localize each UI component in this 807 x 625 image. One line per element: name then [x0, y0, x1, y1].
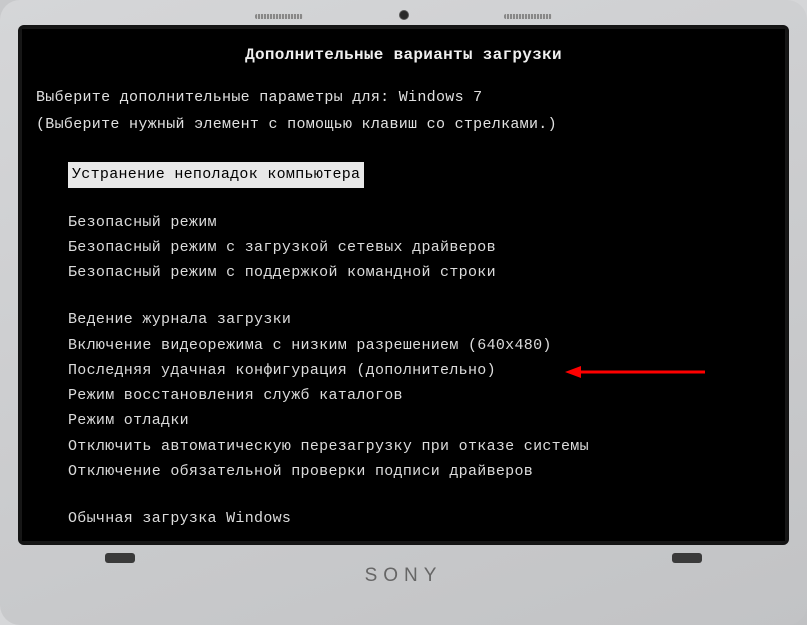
page-title: Дополнительные варианты загрузки [36, 43, 771, 68]
laptop-frame: Дополнительные варианты загрузки Выберит… [0, 0, 807, 625]
laptop-latch-right [672, 553, 702, 563]
menu-item-debugging-mode[interactable]: Режим отладки [68, 408, 771, 433]
menu-group-advanced: Ведение журнала загрузки Включение видео… [68, 307, 771, 484]
menu-item-directory-services-restore[interactable]: Режим восстановления служб каталогов [68, 383, 771, 408]
instruction-line-2: (Выберите нужный элемент с помощью клави… [36, 113, 771, 136]
menu-item-repair-computer[interactable]: Устранение неполадок компьютера [68, 162, 364, 187]
boot-options-menu[interactable]: Устранение неполадок компьютера Безопасн… [36, 162, 771, 531]
speaker-grill-left [255, 14, 303, 19]
menu-item-boot-logging[interactable]: Ведение журнала загрузки [68, 307, 771, 332]
speaker-grill-right [504, 14, 552, 19]
menu-item-last-known-good[interactable]: Последняя удачная конфигурация (дополнит… [68, 358, 771, 383]
boot-options-screen: Дополнительные варианты загрузки Выберит… [22, 29, 785, 541]
menu-item-safe-mode-command-prompt[interactable]: Безопасный режим с поддержкой командной … [68, 260, 771, 285]
menu-group-safe-mode: Безопасный режим Безопасный режим с загр… [68, 210, 771, 286]
menu-item-low-res-video[interactable]: Включение видеорежима с низким разрешени… [68, 333, 771, 358]
laptop-latch-left [105, 553, 135, 563]
menu-item-disable-driver-signature[interactable]: Отключение обязательной проверки подписи… [68, 459, 771, 484]
brand-logo: SONY [365, 565, 443, 587]
menu-group-normal: Обычная загрузка Windows [68, 506, 771, 531]
menu-item-start-windows-normally[interactable]: Обычная загрузка Windows [68, 506, 771, 531]
webcam-icon [399, 10, 409, 20]
menu-item-safe-mode-networking[interactable]: Безопасный режим с загрузкой сетевых дра… [68, 235, 771, 260]
menu-group-repair: Устранение неполадок компьютера [68, 162, 771, 187]
menu-item-safe-mode[interactable]: Безопасный режим [68, 210, 771, 235]
screen-bezel: Дополнительные варианты загрузки Выберит… [18, 25, 789, 545]
instruction-line-1: Выберите дополнительные параметры для: W… [36, 86, 771, 109]
menu-item-disable-auto-restart[interactable]: Отключить автоматическую перезагрузку пр… [68, 434, 771, 459]
